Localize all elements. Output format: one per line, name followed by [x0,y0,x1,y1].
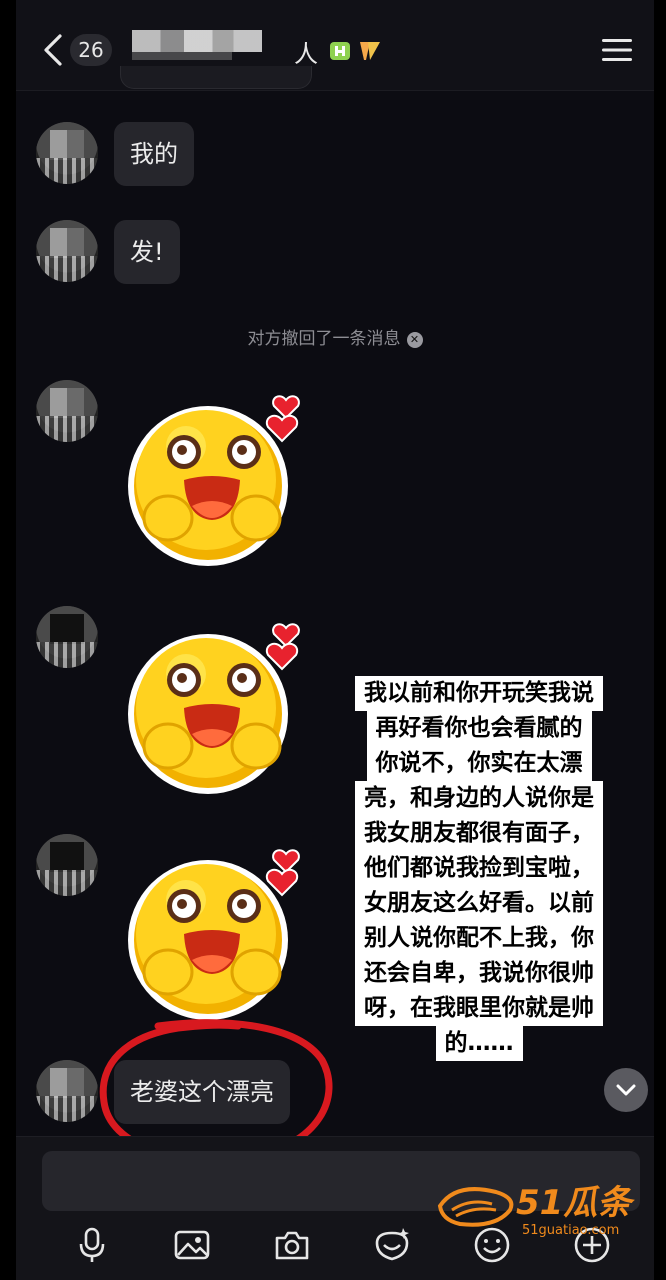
watermark-main: 51瓜条 [516,1183,635,1223]
message-bubble[interactable]: 发! [114,220,180,284]
avatar[interactable] [36,1060,98,1122]
camera-icon[interactable] [272,1225,312,1265]
scroll-to-bottom-button[interactable] [604,1068,648,1112]
microphone-icon[interactable] [72,1225,112,1265]
contact-name-tail: 人 [294,40,318,68]
site-watermark: 51瓜条 51guatiao.com [437,1183,635,1238]
caption-line: 还会自卑，我说你很帅 [355,956,603,991]
smiley-hug-sticker[interactable] [122,842,312,1022]
recalled-notice: 对方撤回了一条消息 ✕ [16,324,654,349]
close-icon: ✕ [406,332,423,348]
smiley-hug-sticker[interactable] [122,388,312,568]
recalled-notice-text: 对方撤回了一条消息 [247,329,401,349]
avatar[interactable] [36,606,98,668]
chevron-left-icon[interactable] [38,32,72,68]
avatar[interactable] [36,220,98,282]
caption-line: 的…… [435,1026,523,1061]
caption-line: 我女朋友都很有面子， [355,816,603,851]
unread-count-badge[interactable]: 26 [70,34,112,66]
blurred-contact-name [132,30,262,52]
chevron-down-icon [616,1084,636,1096]
caption-line: 再好看你也会看腻的 [366,711,592,746]
caption-line: 别人说你配不上我，你 [355,921,603,956]
caption-line: 他们都说我捡到宝啦， [355,851,603,886]
blurred-contact-name-underline [132,52,232,60]
contact-tag-icons [330,42,380,60]
caption-line: 我以前和你开玩笑我说 [355,676,603,711]
image-icon[interactable] [172,1225,212,1265]
avatar[interactable] [36,122,98,184]
overlay-caption: 我以前和你开玩笑我说 再好看你也会看腻的 你说不，你实在太漂 亮，和身边的人说你… [334,676,624,1061]
smiley-hug-sticker[interactable] [122,616,312,796]
avatar[interactable] [36,380,98,442]
previous-message-bubble-edge [120,66,312,89]
caption-line: 呀，在我眼里你就是帅 [355,991,603,1026]
chat-screen: 26 人 我的 发! 对方撤回了一条消息 ✕ 老婆这个漂亮 我以前和你开玩笑我说… [16,0,654,1280]
avatar[interactable] [36,834,98,896]
caption-line: 亮，和身边的人说你是 [355,781,603,816]
caption-line: 你说不，你实在太漂 [366,746,592,781]
hamburger-menu-icon[interactable] [602,38,632,62]
message-bubble[interactable]: 我的 [114,122,194,186]
chat-header: 26 人 [16,0,654,91]
caption-line: 女朋友这么好看。以前 [355,886,603,921]
sticker-icon[interactable] [372,1225,412,1265]
message-bubble[interactable]: 老婆这个漂亮 [114,1060,290,1124]
watermark-sub: 51guatiao.com [522,1223,619,1238]
